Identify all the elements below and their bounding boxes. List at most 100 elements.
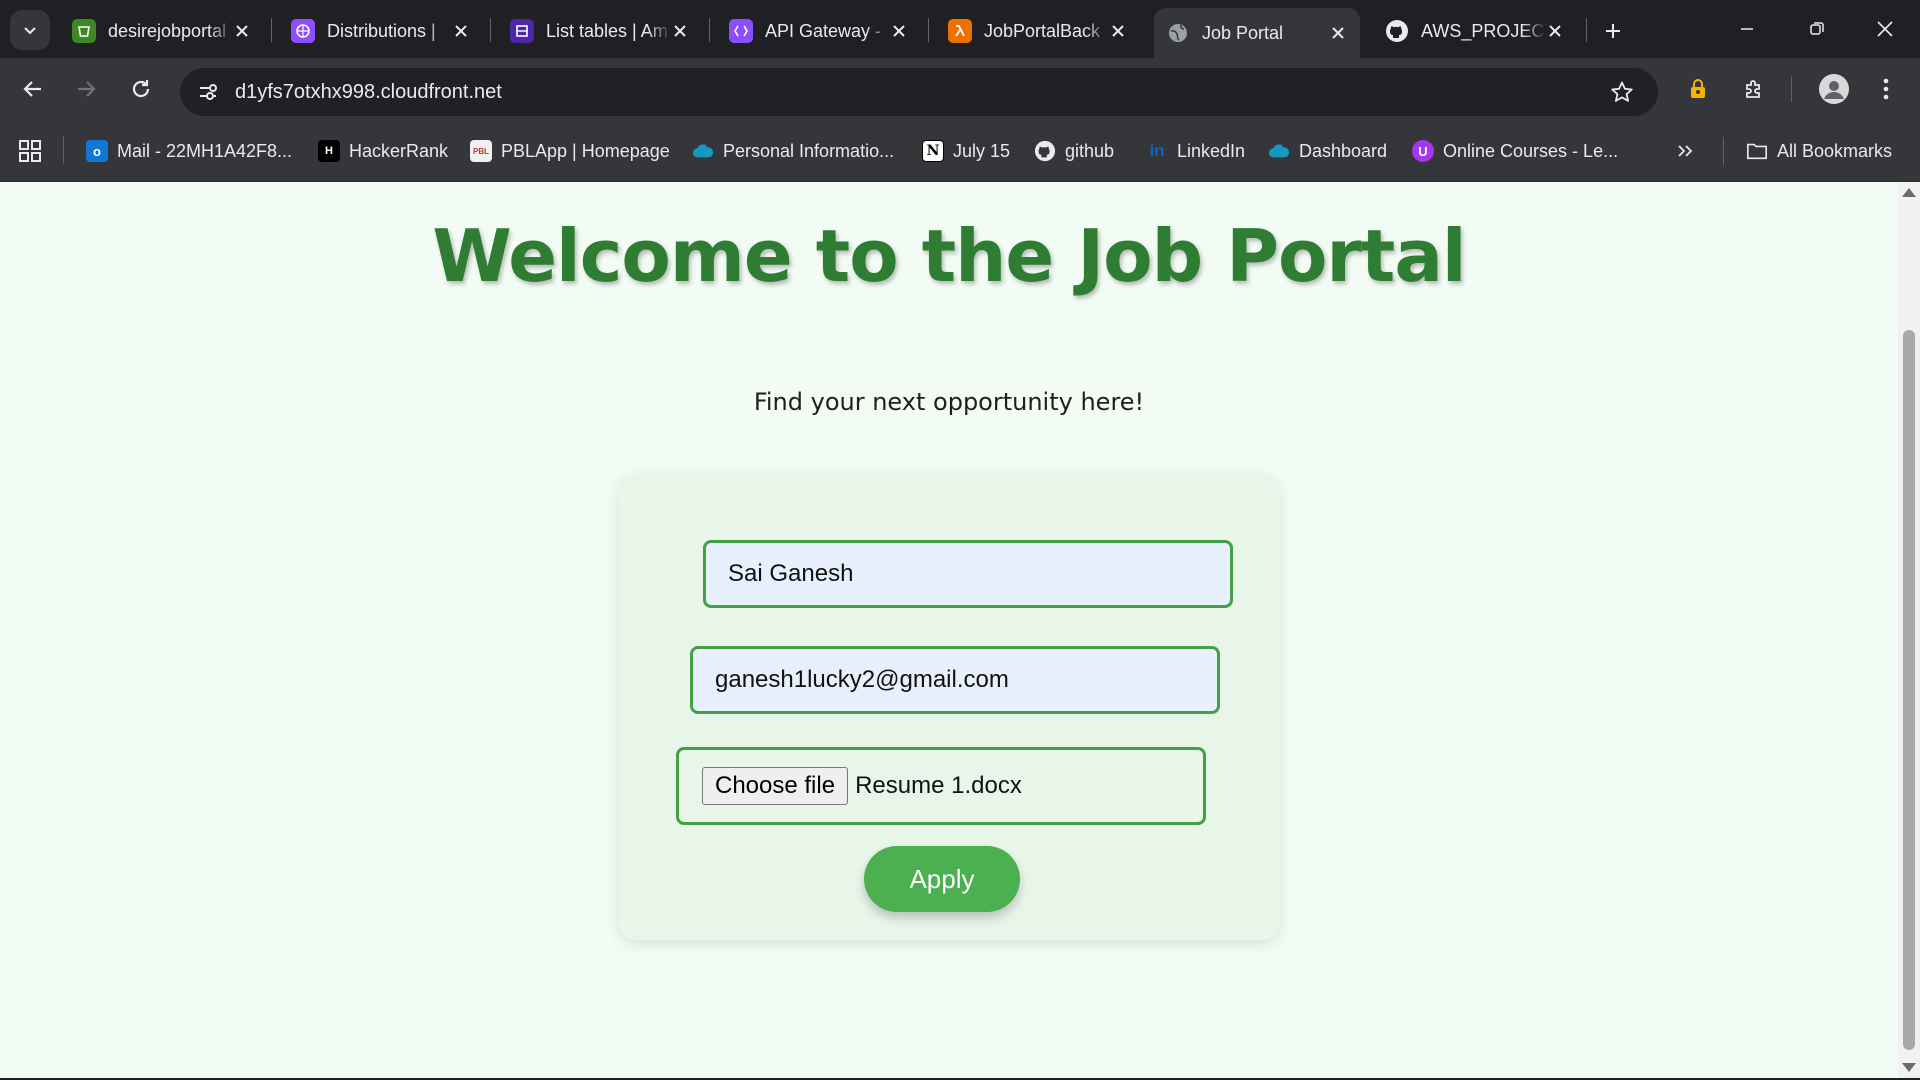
browser-toolbar: d1yfs7otxhx998.cloudfront.net	[0, 58, 1920, 120]
bookmark-star-icon[interactable]	[1610, 80, 1634, 109]
tab-title: Job Portal	[1202, 22, 1284, 43]
github-icon	[1385, 19, 1409, 43]
tab-jobportalbackend[interactable]: JobPortalBack	[936, 12, 1140, 50]
api-gateway-icon	[729, 19, 753, 43]
profile-avatar[interactable]	[1816, 71, 1852, 107]
bookmark-personal-information[interactable]: Personal Informatio...	[692, 136, 894, 166]
close-tab-icon[interactable]	[887, 19, 911, 43]
all-bookmarks-button[interactable]: All Bookmarks	[1746, 136, 1892, 166]
salesforce-cloud-icon	[692, 140, 714, 162]
url-text[interactable]: d1yfs7otxhx998.cloudfront.net	[235, 81, 502, 104]
password-manager-icon[interactable]	[1682, 73, 1714, 105]
bookmark-online-courses[interactable]: U Online Courses - Le...	[1412, 136, 1618, 166]
folder-icon	[1746, 140, 1768, 162]
cloudfront-icon	[291, 19, 315, 43]
page-subtitle: Find your next opportunity here!	[753, 388, 1145, 416]
tab-aws-project[interactable]: AWS_PROJECT	[1373, 12, 1577, 50]
bookmark-label: HackerRank	[349, 140, 449, 161]
selected-file-name: Resume 1.docx	[855, 772, 1022, 799]
bookmarks-bar: o Mail - 22MH1A42F8... H HackerRank PBL …	[0, 120, 1920, 182]
more-menu-icon[interactable]	[1870, 73, 1902, 105]
close-tab-icon[interactable]	[1543, 19, 1567, 43]
outlook-icon: o	[86, 140, 108, 162]
page-viewport: Welcome to the Job Portal Find your next…	[0, 182, 1898, 1078]
chevron-down-icon	[24, 27, 36, 35]
bookmark-mail[interactable]: o Mail - 22MH1A42F8...	[86, 136, 292, 166]
tab-title: Distributions |	[327, 20, 436, 41]
tab-distributions[interactable]: Distributions |	[279, 12, 483, 50]
bookmark-label: LinkedIn	[1177, 140, 1246, 161]
resume-file-input: Choose file Resume 1.docx	[676, 747, 1206, 825]
plus-icon	[1606, 24, 1620, 38]
bookmark-label: Online Courses - Le...	[1443, 140, 1619, 161]
bookmark-label: Personal Informatio...	[723, 140, 895, 161]
tab-api-gateway[interactable]: API Gateway -	[717, 12, 921, 50]
close-tab-icon[interactable]	[1106, 19, 1130, 43]
apps-button[interactable]	[18, 136, 42, 166]
email-input[interactable]: ganesh1lucky2@gmail.com	[690, 646, 1220, 714]
linkedin-icon: in	[1149, 141, 1165, 160]
notion-icon: N	[922, 140, 944, 162]
bookmark-hackerrank[interactable]: H HackerRank	[318, 136, 448, 166]
scroll-thumb[interactable]	[1903, 330, 1915, 1050]
name-input-value: Sai Ganesh	[728, 560, 854, 587]
apps-grid-icon	[19, 140, 41, 162]
back-button[interactable]	[13, 69, 53, 109]
tab-title: desirejobportal	[108, 20, 227, 41]
more-bookmarks-button[interactable]	[1676, 136, 1694, 166]
bookmark-linkedin[interactable]: in LinkedIn	[1146, 136, 1245, 166]
page-title: Welcome to the Job Portal	[432, 214, 1466, 298]
scroll-up-arrow-icon[interactable]	[1902, 188, 1916, 197]
tab-job-portal[interactable]: Job Portal	[1154, 8, 1360, 58]
minimize-icon	[1741, 28, 1753, 30]
site-info-icon[interactable]	[192, 76, 224, 108]
tab-desirejobportal[interactable]: desirejobportal	[60, 12, 264, 50]
close-tab-icon[interactable]	[668, 19, 692, 43]
github-icon	[1034, 140, 1056, 162]
application-form: Sai Ganesh ganesh1lucky2@gmail.com Choos…	[618, 474, 1280, 940]
close-tab-icon[interactable]	[230, 19, 254, 43]
scroll-down-arrow-icon[interactable]	[1902, 1063, 1916, 1072]
close-icon	[1877, 21, 1893, 37]
email-input-value: ganesh1lucky2@gmail.com	[715, 666, 1009, 693]
close-tab-icon[interactable]	[449, 19, 473, 43]
page-scrollbar[interactable]	[1898, 182, 1920, 1078]
tab-title: List tables | Am	[546, 20, 668, 41]
double-chevron-right-icon	[1678, 145, 1693, 157]
forward-arrow-icon	[78, 81, 96, 97]
apply-button[interactable]: Apply	[864, 846, 1020, 912]
name-input[interactable]: Sai Ganesh	[703, 540, 1233, 608]
bookmark-label: All Bookmarks	[1777, 140, 1893, 161]
restore-icon	[1810, 22, 1824, 35]
bookmark-label: July 15	[953, 140, 1011, 161]
bookmark-pblapp[interactable]: PBL PBLApp | Homepage	[470, 136, 670, 166]
reload-icon	[132, 80, 150, 98]
hackerrank-icon: H	[318, 140, 340, 162]
pblapp-icon: PBL	[470, 140, 492, 162]
bookmark-dashboard[interactable]: Dashboard	[1268, 136, 1387, 166]
tab-list-tables[interactable]: List tables | Am	[498, 12, 702, 50]
bookmark-label: PBLApp | Homepage	[501, 140, 670, 161]
bookmark-july-15[interactable]: N July 15	[922, 136, 1010, 166]
extensions-puzzle-icon[interactable]	[1738, 73, 1770, 105]
tab-title: API Gateway -	[765, 20, 882, 41]
tab-strip: desirejobportal Distributions | List tab…	[0, 0, 1920, 58]
bookmark-github[interactable]: github	[1034, 136, 1114, 166]
close-tab-icon[interactable]	[1326, 21, 1350, 45]
salesforce-cloud-icon	[1268, 140, 1290, 162]
bookmark-label: Mail - 22MH1A42F8...	[117, 140, 293, 161]
bookmark-label: github	[1065, 140, 1115, 161]
new-tab-button[interactable]	[1596, 14, 1630, 48]
address-bar[interactable]: d1yfs7otxhx998.cloudfront.net	[180, 68, 1658, 116]
minimize-button[interactable]	[1712, 0, 1782, 58]
tab-title: AWS_PROJECT	[1421, 20, 1547, 41]
dynamodb-icon	[510, 19, 534, 43]
reload-button[interactable]	[121, 69, 161, 109]
close-window-button[interactable]	[1850, 0, 1920, 58]
forward-button[interactable]	[66, 69, 106, 109]
choose-file-button[interactable]: Choose file	[702, 767, 849, 805]
lambda-icon	[948, 19, 972, 43]
restore-button[interactable]	[1782, 0, 1852, 58]
tab-search-button[interactable]	[10, 10, 50, 50]
s3-bucket-icon	[72, 19, 96, 43]
